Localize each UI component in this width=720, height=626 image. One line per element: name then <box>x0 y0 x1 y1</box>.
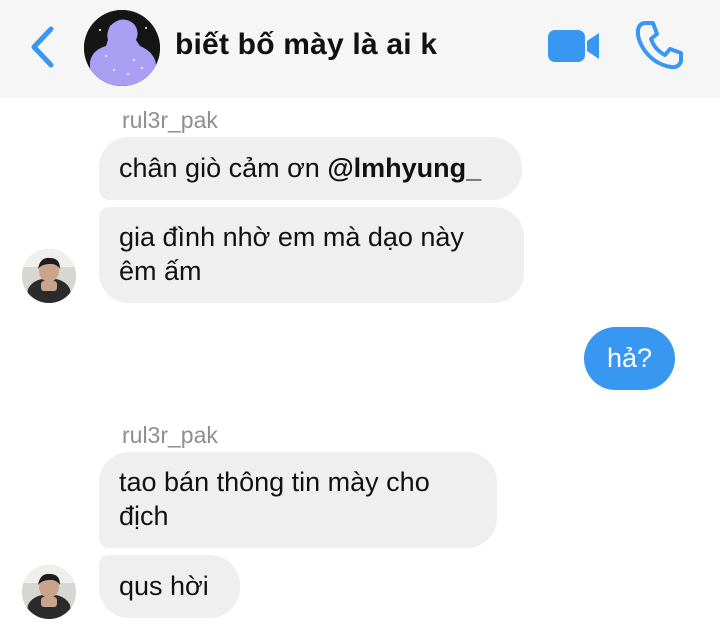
message-text: qus hời <box>119 571 209 601</box>
chat-title: biết bố mày là ai k <box>175 28 438 61</box>
sender-name: rul3r_pak <box>122 422 218 448</box>
chevron-left-icon <box>31 26 54 68</box>
message-text-line: địch <box>119 501 169 531</box>
message-text: chân giò cảm ơn <box>119 153 328 183</box>
message-bubble[interactable]: tao bán thông tin mày cho địch <box>99 452 497 548</box>
back-button[interactable] <box>26 25 60 69</box>
message-text-line: gia đình nhờ em mà dạo này <box>119 222 464 252</box>
video-call-button[interactable] <box>546 27 602 65</box>
user-mention[interactable]: @lmhyung_ <box>327 153 481 183</box>
group-avatar[interactable] <box>84 10 160 86</box>
group-avatar-image <box>84 10 160 86</box>
message-bubble[interactable]: qus hời <box>99 555 240 618</box>
sender-name: rul3r_pak <box>122 107 218 133</box>
message-text: hả? <box>606 343 653 373</box>
voice-call-button[interactable] <box>635 20 683 70</box>
sender-avatar-image <box>22 565 76 619</box>
sender-avatar[interactable] <box>22 565 76 619</box>
message-bubble[interactable]: chân giò cảm ơn @lmhyung_ <box>99 137 522 200</box>
phone-icon <box>635 21 683 70</box>
sender-avatar-image <box>22 249 76 303</box>
message-bubble[interactable]: gia đình nhờ em mà dạo này êm ấm <box>99 207 524 303</box>
message-text-line: êm ấm <box>119 256 202 286</box>
chat-header: biết bố mày là ai k <box>0 0 720 98</box>
outgoing-message-bubble[interactable]: hả? <box>584 327 675 390</box>
sender-avatar[interactable] <box>22 249 76 303</box>
video-camera-icon <box>548 30 599 62</box>
message-text-line: tao bán thông tin mày cho <box>119 467 430 497</box>
